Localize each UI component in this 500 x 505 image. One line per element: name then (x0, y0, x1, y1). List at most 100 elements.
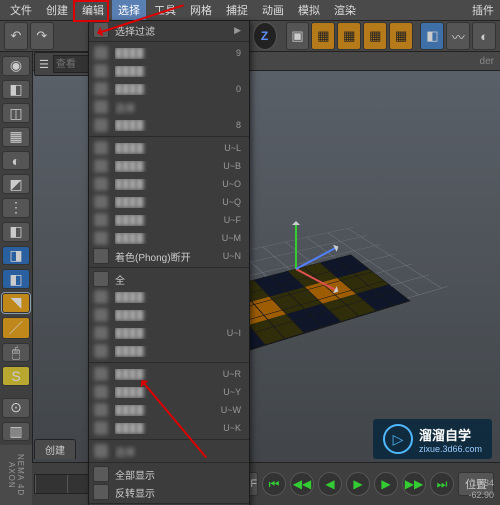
menu-item-9[interactable]: ████U~B (89, 157, 249, 175)
menu-item-icon (93, 343, 109, 359)
menu-snap[interactable]: 捕捉 (220, 0, 254, 20)
redo-button[interactable]: ↷ (30, 22, 54, 50)
magnet-icon[interactable]: ⊙ (2, 398, 30, 418)
menu-item-5[interactable]: 选择 (89, 98, 249, 116)
menu-item-label: 选择过滤 (115, 23, 228, 38)
mouse-icon[interactable]: 🖱 (2, 343, 30, 363)
watermark-badge: ▷ 溜溜自学 zixue.3d66.com (373, 419, 492, 459)
menu-item-17[interactable]: ████ (89, 288, 249, 306)
undo-button[interactable]: ↶ (4, 22, 28, 50)
menu-item-25[interactable]: ████U~K (89, 419, 249, 437)
menu-item-shortcut: 0 (236, 84, 241, 94)
menu-item-shortcut: U~O (222, 179, 241, 189)
menu-item-6[interactable]: ████8 (89, 116, 249, 134)
menu-item-label: ████ (115, 346, 235, 357)
watermark-play-icon: ▷ (383, 424, 413, 454)
menu-item-4[interactable]: ████ 0 (89, 80, 249, 98)
menu-item-3[interactable]: ████ (89, 62, 249, 80)
menu-item-icon (93, 212, 109, 228)
menu-item-label: ████ (115, 66, 235, 77)
polygon-mode-icon[interactable]: ◥ (2, 293, 30, 313)
menu-item-label: ████ (115, 387, 217, 398)
live-select-icon[interactable]: ◉ (2, 56, 30, 76)
menu-item-11[interactable]: ████U~Q (89, 193, 249, 211)
poly-dark-icon[interactable]: ◧ (2, 222, 30, 242)
menu-render[interactable]: 渲染 (328, 0, 362, 20)
menu-item-8[interactable]: ████ U~L (89, 139, 249, 157)
menu-edit[interactable]: 编辑 (76, 0, 110, 20)
menu-item-label: 全部显示 (115, 467, 235, 482)
next-key-icon[interactable]: ▶▶ (402, 472, 426, 496)
menu-item-20[interactable]: ████ (89, 342, 249, 360)
menu-item-13[interactable]: ████U~M (89, 229, 249, 247)
gizmo-y-axis[interactable] (295, 223, 297, 269)
to-end-icon[interactable]: ⏭ (430, 472, 454, 496)
prev-key-icon[interactable]: ◀◀ (290, 472, 314, 496)
model-mode-icon[interactable]: ◧ (2, 269, 30, 289)
menu-item-label: ████ (115, 143, 218, 154)
menu-item-shortcut: U~Y (223, 387, 241, 397)
workplane-icon[interactable]: ▥ (2, 422, 30, 442)
next-frame-icon[interactable]: ▶ (374, 472, 398, 496)
play-icon[interactable]: ▶ (346, 472, 370, 496)
menu-plugins[interactable]: 插件 (466, 0, 500, 20)
watermark-title: 溜溜自学 (419, 425, 482, 444)
cube-icon[interactable]: ◧ (2, 80, 30, 100)
menu-item-icon (93, 158, 109, 174)
render-view-icon[interactable]: ▣ (286, 22, 310, 50)
menu-file[interactable]: 文件 (4, 0, 38, 20)
cube-primitive-icon[interactable]: ◧ (420, 22, 444, 50)
deformer-icon[interactable]: ◐ (472, 22, 496, 50)
menu-item-19[interactable]: ████U~I (89, 324, 249, 342)
phong-break-icon (93, 248, 109, 264)
menu-item-27[interactable]: 选择 (89, 442, 249, 460)
snap-icon[interactable]: S (2, 366, 30, 386)
menu-item-16[interactable]: 全 (89, 270, 249, 288)
menu-item-icon (93, 289, 109, 305)
menu-item-12[interactable]: ████U~F (89, 211, 249, 229)
menu-item-18[interactable]: ████ (89, 306, 249, 324)
menu-item-icon (93, 99, 109, 115)
menu-item-label: ████ (115, 84, 230, 95)
menu-item-label: ████ (115, 179, 216, 190)
film-range-icon[interactable]: ▦ (389, 22, 413, 50)
texture-icon[interactable]: ◩ (2, 174, 30, 194)
checker-icon[interactable]: ▦ (2, 127, 30, 147)
menu-item-30[interactable]: 反转显示 (89, 483, 249, 501)
menu-mesh[interactable]: 网格 (184, 0, 218, 20)
menu-item-10[interactable]: ████ U~O (89, 175, 249, 193)
menu-simulate[interactable]: 模拟 (292, 0, 326, 20)
cube-outline-icon[interactable]: ◫ (2, 103, 30, 123)
menu-item-icon (93, 307, 109, 323)
to-start-icon[interactable]: ⏮ (262, 472, 286, 496)
menu-item-29[interactable]: 全部显示 (89, 465, 249, 483)
menu-animate[interactable]: 动画 (256, 0, 290, 20)
menu-item-icon (93, 443, 109, 459)
main-area: ◉ ◧ ◫ ▦ ◐ ◩ ⋮ ◧ ◨ ◧ ◥ ／ 🖱 S ⊙ ▥ ◫ 透视视图 d… (0, 52, 500, 465)
enable-axis-icon[interactable]: ◨ (2, 246, 30, 266)
menu-item-shortcut: U~L (224, 143, 241, 153)
menu-item-shortcut: U~R (223, 369, 241, 379)
prev-frame-icon[interactable]: ◀ (318, 472, 342, 496)
menu-item-22[interactable]: ████U~R (89, 365, 249, 383)
axis-z-toggle[interactable]: Z (253, 22, 277, 50)
menu-item-14[interactable]: 着色(Phong)断开U~N (89, 247, 249, 265)
menu-item-label: ████ (115, 233, 216, 244)
menu-item-icon (93, 194, 109, 210)
menu-item-icon (93, 140, 109, 156)
spline-icon[interactable]: 〰 (446, 22, 470, 50)
film-add-icon[interactable]: ▦ (337, 22, 361, 50)
menu-item-2[interactable]: ████9 (89, 44, 249, 62)
menu-item-24[interactable]: ████U~W (89, 401, 249, 419)
tab-create[interactable]: 创建 (34, 439, 76, 459)
film-play-icon[interactable]: ▦ (363, 22, 387, 50)
search-icon: ☰ (39, 58, 49, 71)
menu-item-shortcut: U~W (221, 405, 241, 415)
menu-create[interactable]: 创建 (40, 0, 74, 20)
gradient-icon[interactable]: ◐ (2, 151, 30, 171)
edge-mode-icon[interactable]: ／ (2, 317, 30, 339)
menu-item-23[interactable]: ████ U~Y (89, 383, 249, 401)
menu-item-0[interactable]: 选择过滤▶ (89, 21, 249, 39)
film-icon[interactable]: ▦ (311, 22, 335, 50)
vertex-icon[interactable]: ⋮ (2, 198, 30, 218)
